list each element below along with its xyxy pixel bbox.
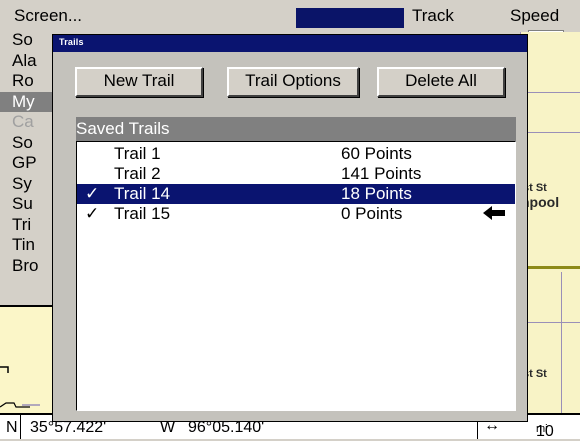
trail-options-button[interactable]: Trail Options [227,67,359,97]
visible-check-icon: ✓ [85,184,100,203]
map-road [521,322,580,323]
map-road [521,92,580,93]
track-indicator [296,8,404,28]
trail-name: Trail 2 [114,164,161,183]
visible-check-icon: ✓ [85,204,100,223]
screen-menu-label[interactable]: Screen... [14,6,82,26]
trail-name: Trail 14 [114,184,171,203]
trail-points: 141 Points [341,164,422,183]
speed-label: Speed [510,6,560,25]
map-roads-left [0,366,40,408]
map-road [521,132,580,133]
delete-all-button[interactable]: Delete All [377,67,505,97]
map-panel-left [0,305,52,413]
saved-trails-list[interactable]: Trail 1 60 Points Trail 2 141 Points ✓ Trail … [76,141,516,411]
status-separator [20,415,21,439]
top-bar: Screen... Track Speed [0,0,580,30]
trail-points: 60 Points [341,144,412,163]
map-panel-right: st St npool st St [520,32,580,413]
trail-points: 0 Points [341,204,403,223]
scale-unit: mi [536,423,548,435]
trail-name: Trail 1 [114,144,161,163]
map-highway [521,266,580,269]
saved-trails-header-label: Saved Trails [76,119,170,138]
trail-row[interactable]: Trail 1 60 Points [77,144,515,164]
saved-trails-header: Saved Trails [76,117,516,141]
trail-points: 18 Points [341,184,412,203]
active-trail-arrow-icon [483,206,505,220]
trail-row[interactable]: ✓ Trail 14 18 Points [77,184,515,204]
track-label: Track [412,6,454,25]
map-road [561,272,562,413]
map-road-segment [0,366,9,373]
trail-name: Trail 15 [114,204,171,223]
new-trail-button[interactable]: New Trail [75,67,203,97]
trails-dialog: Trails New Trail Trail Options Delete Al… [52,34,528,422]
lat-hemisphere: N [6,419,18,436]
trail-row[interactable]: Trail 2 141 Points [77,164,515,184]
trail-row[interactable]: ✓ Trail 15 0 Points [77,204,515,224]
dialog-title-bar: Trails [53,35,527,52]
